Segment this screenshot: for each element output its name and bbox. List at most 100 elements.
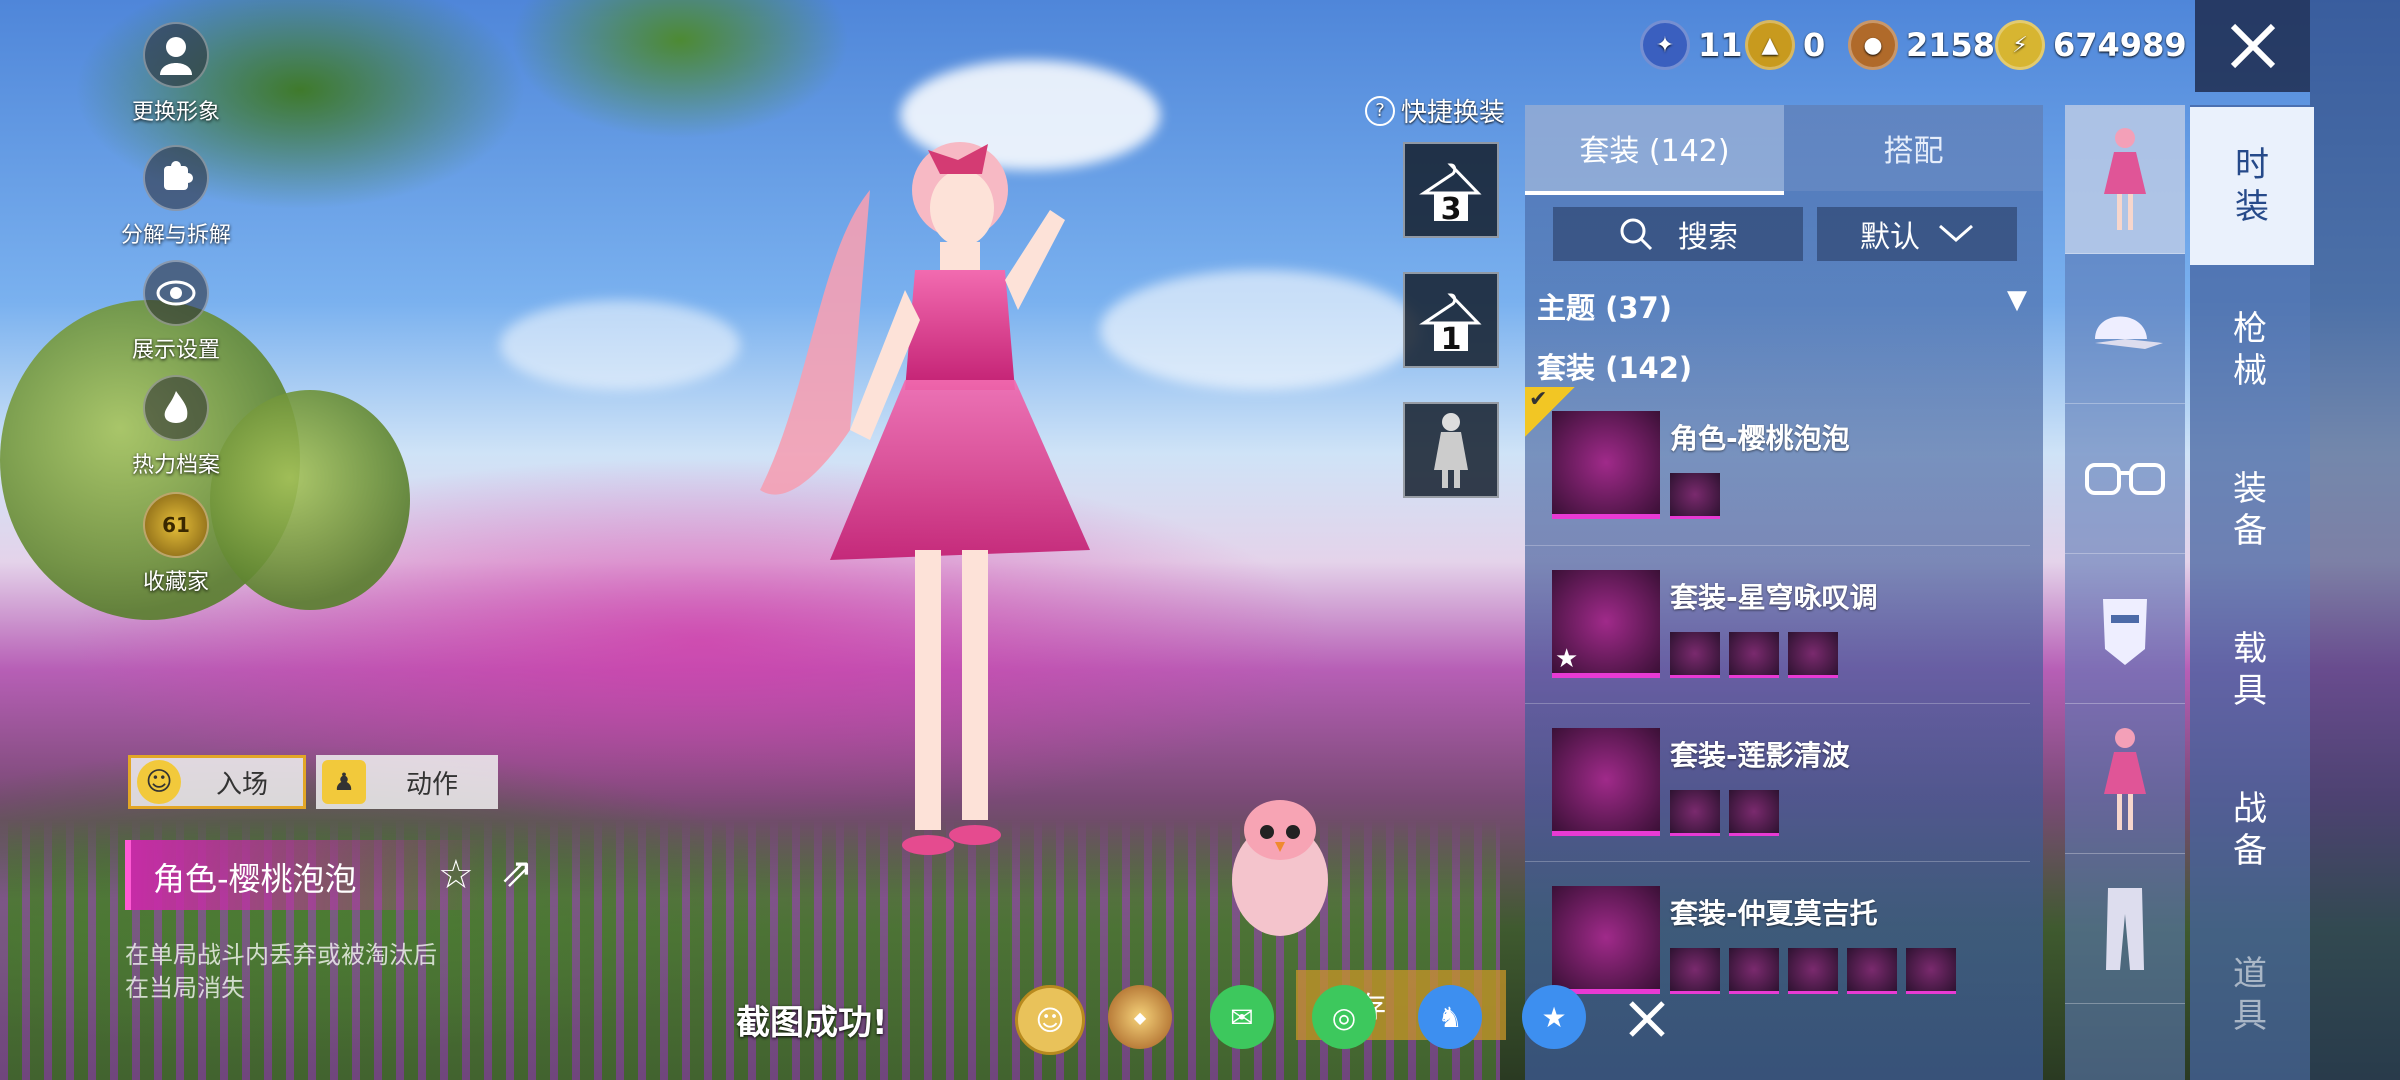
nav-fashion[interactable]: 时装 [2190, 107, 2314, 265]
entrance-label: 入场 [215, 769, 268, 800]
emote-icon: ♟ [322, 760, 366, 804]
currency-medal: ✦ 11 [1640, 20, 1743, 70]
category-top[interactable] [2065, 705, 2185, 854]
tab-sets[interactable]: 套装 (142) [1525, 105, 1784, 195]
bronze-coin-icon: ● [1848, 20, 1898, 70]
category-column [2065, 105, 2185, 1080]
character-model[interactable] [700, 130, 1220, 930]
category-glasses[interactable] [2065, 405, 2185, 554]
category-mask[interactable] [2065, 555, 2185, 704]
menu-label: 展示设置 [131, 338, 220, 363]
sets-section-row: 套装 (142) [1537, 351, 1693, 385]
item-part [1729, 948, 1779, 994]
blue-medal-icon: ✦ [1640, 20, 1690, 70]
collector-badge-icon: 61 [143, 492, 209, 558]
currency-value: 2158 [1906, 26, 1996, 64]
currency-bronze: ● 2158 [1848, 20, 1995, 70]
item-part [1729, 632, 1779, 678]
list-item[interactable]: ★ 套装-星穹咏叹调 [1525, 545, 2030, 704]
search-icon [1620, 218, 1653, 251]
menu-collector[interactable]: 61 收藏家 [106, 492, 246, 596]
list-item[interactable]: 套装-仲夏莫吉托 [1525, 861, 2030, 1020]
menu-change-avatar[interactable]: 更换形象 [106, 22, 246, 126]
peace-elite-icon[interactable]: ◆ [1108, 985, 1172, 1049]
close-icon [2230, 23, 2275, 69]
tab-match[interactable]: 搭配 [1784, 105, 2043, 191]
close-button[interactable] [2195, 0, 2310, 92]
item-part [1906, 948, 1956, 994]
sort-dropdown[interactable]: 默认 [1817, 207, 2017, 261]
quick-slot-3[interactable]: 3 [1403, 142, 1499, 238]
dress-figure-icon [2104, 128, 2146, 230]
menu-label: 更换形象 [131, 100, 220, 125]
slot-number: 1 [1440, 322, 1462, 357]
nav-equipment[interactable]: 装备 [2190, 430, 2310, 590]
selected-outfit-banner: 角色-樱桃泡泡 [125, 840, 491, 910]
puzzle-icon [143, 145, 209, 211]
menu-decompose[interactable]: 分解与拆解 [106, 145, 246, 249]
favorite-star-icon[interactable]: ☆ [438, 852, 474, 898]
item-thumbnail [1552, 411, 1660, 519]
item-part [1788, 632, 1838, 678]
collector-level: 61 [162, 513, 190, 537]
item-part [1729, 790, 1779, 836]
entrance-button[interactable]: ☺ 入场 [128, 755, 306, 809]
quick-change-label[interactable]: ? 快捷换装 [1365, 92, 1505, 129]
theme-section-row[interactable]: 主题 (37) ▼ [1537, 285, 2027, 327]
glasses-icon [2085, 463, 2165, 495]
search-label: 搜索 [1678, 220, 1738, 255]
menu-label: 热力档案 [131, 453, 220, 478]
selected-outfit-name: 角色-樱桃泡泡 [153, 860, 357, 898]
currency-value: 0 [1803, 26, 1826, 64]
qq-icon[interactable]: ♞ [1418, 985, 1482, 1049]
category-character[interactable] [2065, 105, 2185, 254]
gold-lightning-coin-icon: ⚡ [1995, 20, 2045, 70]
cap-icon [2095, 316, 2163, 349]
item-title: 套装-星穹咏叹调 [1670, 581, 1878, 614]
category-pants[interactable] [2065, 855, 2185, 1004]
nav-vehicles[interactable]: 载具 [2190, 590, 2310, 750]
menu-display-settings[interactable]: 展示设置 [106, 260, 246, 364]
moments-icon[interactable]: ◎ [1312, 985, 1376, 1049]
menu-label: 分解与拆解 [120, 223, 231, 248]
game-scene: 更换形象 分解与拆解 展示设置 热力档案 61 收藏家 ☺ 入场 ♟ 动作 角色… [0, 0, 2400, 1080]
qzone-icon[interactable]: ★ [1522, 985, 1586, 1049]
mask-icon [2103, 599, 2147, 665]
main-nav: 时装 枪械 装备 载具 战备 道具 [2190, 105, 2314, 1080]
smile-icon: ☺ [137, 760, 181, 804]
quick-slot-outfit[interactable] [1403, 402, 1499, 498]
emote-button[interactable]: ♟ 动作 [316, 755, 498, 809]
share-icon[interactable]: ⇗ [500, 850, 534, 896]
sort-label: 默认 [1860, 220, 1920, 255]
list-item[interactable]: ✔ 角色-樱桃泡泡 [1525, 387, 2030, 545]
nav-weapons[interactable]: 枪械 [2190, 270, 2310, 430]
outfit-figure-icon [1434, 413, 1468, 488]
item-title: 角色-樱桃泡泡 [1670, 422, 1850, 455]
help-icon: ? [1365, 95, 1395, 126]
slot-number: 3 [1440, 192, 1462, 227]
outfit-panel: 套装 (142) 搭配 搜索 默认 主题 (37) ▼ 套装 (142) ✔ 角… [1525, 105, 2043, 1080]
wechat-icon[interactable]: ✉ [1210, 985, 1274, 1049]
outfit-note-1: 在单局战斗内丢弃或被淘汰后 [125, 941, 437, 969]
eye-icon [143, 260, 209, 326]
nav-battle-gear[interactable]: 战备 [2190, 750, 2310, 910]
currency-value: 11 [1698, 26, 1743, 64]
category-hat[interactable] [2065, 255, 2185, 404]
item-part [1670, 948, 1720, 994]
search-input[interactable]: 搜索 [1553, 207, 1803, 261]
pet-chick[interactable] [1225, 790, 1335, 940]
triangle-down-icon: ▼ [2007, 285, 2027, 315]
list-item[interactable]: 套装-莲影清波 [1525, 703, 2030, 862]
emote-label: 动作 [405, 769, 458, 800]
quick-slot-1[interactable]: 1 [1403, 272, 1499, 368]
item-title: 套装-莲影清波 [1670, 739, 1850, 772]
currency-value: 674989 [2053, 26, 2187, 64]
pants-icon [2106, 888, 2144, 970]
currency-lightning: ⚡ 674989 [1995, 20, 2187, 70]
menu-heat-profile[interactable]: 热力档案 [106, 375, 246, 479]
item-part [1670, 473, 1720, 519]
close-share-icon[interactable] [1625, 997, 1669, 1041]
right-strip [2310, 0, 2400, 1080]
nav-items[interactable]: 道具 [2190, 915, 2310, 1075]
friend-share-icon[interactable]: ☺ [1015, 985, 1085, 1055]
